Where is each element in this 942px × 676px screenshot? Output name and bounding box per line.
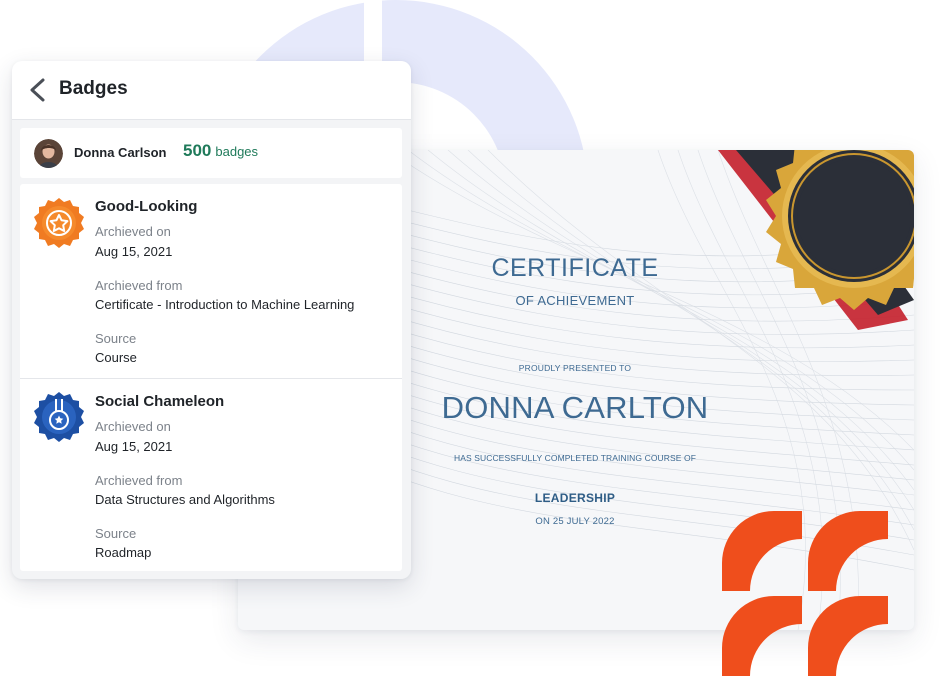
page-title: Badges xyxy=(59,78,128,99)
archived-on-label: Archieved on xyxy=(95,419,171,434)
certificate-recipient-name: DONNA CARLTON xyxy=(441,390,709,425)
badge-list: Good-Looking Archieved on Aug 15, 2021 A… xyxy=(20,184,402,571)
archived-on-label: Archieved on xyxy=(95,224,171,239)
certificate-title: CERTIFICATE xyxy=(491,254,659,282)
source-value: Course xyxy=(95,350,137,365)
badge-item[interactable]: Social Chameleon Archieved on Aug 15, 20… xyxy=(20,378,402,572)
badge-count: 500 badges xyxy=(183,141,258,161)
archived-on-value: Aug 15, 2021 xyxy=(95,244,173,259)
source-label: Source xyxy=(95,526,137,541)
certificate-course-name: LEADERSHIP xyxy=(534,491,616,505)
archived-on-value: Aug 15, 2021 xyxy=(95,439,173,454)
certificate-date: ON 25 JULY 2022 xyxy=(535,516,615,527)
orange-decoration xyxy=(722,511,888,676)
shield-medal-icon xyxy=(34,392,84,442)
badge-count-number: 500 xyxy=(183,141,212,160)
source-label: Source xyxy=(95,331,137,346)
certificate-completed-text: HAS SUCCESSFULLY COMPLETED TRAINING COUR… xyxy=(453,453,697,463)
archived-from-label: Archieved from xyxy=(95,278,183,293)
panel-header: Badges xyxy=(12,61,411,120)
user-summary: Donna Carlson 500 badges xyxy=(20,128,402,178)
avatar[interactable] xyxy=(34,139,63,168)
back-arrow-icon[interactable] xyxy=(26,77,50,103)
badge-name: Social Chameleon xyxy=(95,393,225,410)
badge-count-unit: badges xyxy=(215,144,259,159)
archived-from-label: Archieved from xyxy=(95,473,183,488)
archived-from-value: Certificate - Introduction to Machine Le… xyxy=(95,297,355,312)
archived-from-value: Data Structures and Algorithms xyxy=(95,492,275,507)
source-value: Roadmap xyxy=(95,545,152,560)
badges-panel: Badges Donna Carlson 500 badges Good-Look… xyxy=(12,61,411,579)
star-medal-icon xyxy=(34,198,84,248)
badge-item[interactable]: Good-Looking Archieved on Aug 15, 2021 A… xyxy=(20,184,402,378)
certificate-presented-to: PROUDLY PRESENTED TO xyxy=(518,363,632,373)
badge-name: Good-Looking xyxy=(95,198,198,215)
user-name: Donna Carlson xyxy=(74,145,167,160)
certificate-subtitle: OF ACHIEVEMENT xyxy=(515,293,635,308)
